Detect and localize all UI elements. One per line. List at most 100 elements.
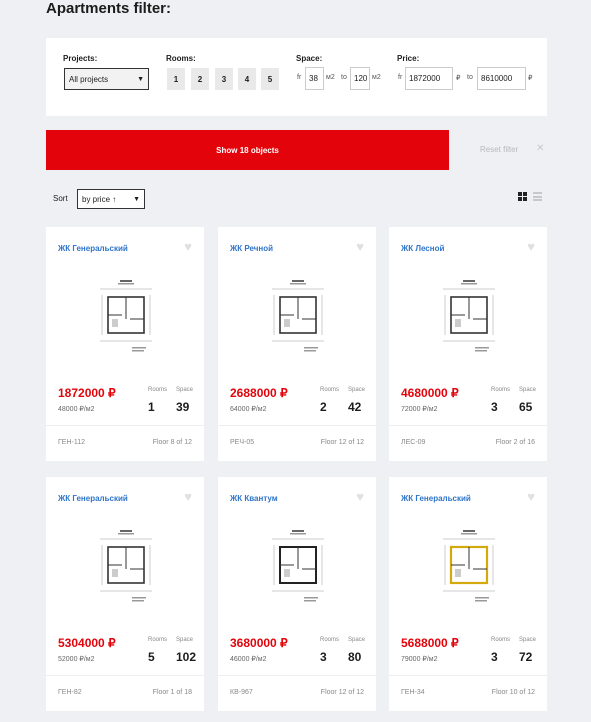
sort-label: Sort xyxy=(53,194,68,203)
apartment-card[interactable]: ЖК Генеральский ♥ 5688000 ₽ 79000 ₽/м2 R… xyxy=(389,477,547,711)
divider xyxy=(389,425,547,426)
divider xyxy=(218,425,376,426)
floor-info: Floor 1 of 18 xyxy=(152,689,192,696)
rooms-label: Rooms xyxy=(148,387,168,393)
space-value: 102 xyxy=(176,650,197,664)
projects-select-value: All projects xyxy=(69,74,109,84)
apartment-code: ГЕН-34 xyxy=(401,689,425,696)
chevron-down-icon: ▼ xyxy=(133,195,140,203)
floor-info: Floor 2 of 16 xyxy=(495,439,535,446)
room-button-4[interactable]: 4 xyxy=(238,68,256,90)
project-name[interactable]: ЖК Генеральский xyxy=(58,244,128,253)
price: 2688000 ₽ xyxy=(230,386,288,400)
apartment-card[interactable]: ЖК Генеральский ♥ 5304000 ₽ 52000 ₽/м2 R… xyxy=(46,477,204,711)
projects-select[interactable]: All projects ▼ xyxy=(64,68,149,90)
room-button-3[interactable]: 3 xyxy=(215,68,233,90)
space-label: Space xyxy=(519,387,537,393)
floor-info: Floor 10 of 12 xyxy=(491,689,535,696)
price-from-unit: ₽ xyxy=(456,75,461,82)
space-label: Space xyxy=(348,637,366,643)
project-name[interactable]: ЖК Речной xyxy=(230,244,273,253)
rooms-label: Rooms xyxy=(320,637,340,643)
list-view-icon[interactable] xyxy=(533,192,542,201)
space-from-input[interactable]: 38 xyxy=(305,67,324,90)
rooms-label: Rooms: xyxy=(166,54,196,63)
apartment-code: РЕЧ-05 xyxy=(230,439,255,446)
heart-icon[interactable]: ♥ xyxy=(184,490,192,503)
space-label: Space xyxy=(519,637,537,643)
floor-plan-image xyxy=(443,280,495,352)
rooms-value: 1 xyxy=(148,400,155,414)
rooms-value: 5 xyxy=(148,650,155,664)
floor-plan-image xyxy=(100,280,152,352)
price-label: Price: xyxy=(397,54,420,63)
price: 5304000 ₽ xyxy=(58,636,116,650)
filter-panel: Projects: All projects ▼ Rooms: 1 2 3 4 … xyxy=(46,38,547,116)
space-to-unit: м2 xyxy=(372,74,381,81)
heart-icon[interactable]: ♥ xyxy=(527,240,535,253)
price-from-input[interactable]: 1872000 xyxy=(405,67,453,90)
space-to-prefix: to xyxy=(341,74,347,81)
price: 4680000 ₽ xyxy=(401,386,459,400)
price-from-prefix: fr xyxy=(398,74,403,81)
room-button-1[interactable]: 1 xyxy=(167,68,185,90)
price-to-unit: ₽ xyxy=(528,75,533,82)
floor-info: Floor 12 of 12 xyxy=(320,439,364,446)
apartment-code: ГЕН-112 xyxy=(58,439,86,446)
rooms-value: 3 xyxy=(491,650,498,664)
projects-label: Projects: xyxy=(63,54,98,63)
floor-plan-image xyxy=(443,530,495,602)
sort-select-value: by price ↑ xyxy=(82,194,117,204)
apartment-code: ГЕН-82 xyxy=(58,689,82,696)
floor-plan-image xyxy=(100,530,152,602)
space-value: 72 xyxy=(519,650,533,664)
show-objects-button[interactable]: Show 18 objects xyxy=(46,130,449,170)
sort-select[interactable]: by price ↑ ▼ xyxy=(77,189,145,209)
apartment-card[interactable]: ЖК Квантум ♥ 3680000 ₽ 46000 ₽/м2 Rooms xyxy=(218,477,376,711)
price: 5688000 ₽ xyxy=(401,636,459,650)
reset-filter-link[interactable]: Reset filter xyxy=(480,145,518,154)
rooms-label: Rooms xyxy=(491,637,511,643)
price-per-m2: 79000 ₽/м2 xyxy=(401,656,438,663)
apartment-card[interactable]: ЖК Речной ♥ 2688000 ₽ 64000 ₽/м2 Rooms 2… xyxy=(218,227,376,461)
space-value: 42 xyxy=(348,400,362,414)
space-to-input[interactable]: 120 xyxy=(350,67,370,90)
space-from-unit: м2 xyxy=(326,74,335,81)
price-to-input[interactable]: 8610000 xyxy=(477,67,526,90)
floor-plan-image xyxy=(272,530,324,602)
grid-view-icon[interactable] xyxy=(518,192,527,201)
divider xyxy=(389,675,547,676)
project-name[interactable]: ЖК Квантум xyxy=(230,494,278,503)
space-label: Space: xyxy=(296,54,323,63)
floor-info: Floor 12 of 12 xyxy=(320,689,364,696)
price: 1872000 ₽ xyxy=(58,386,116,400)
apartment-card[interactable]: ЖК Генеральский ♥ 1872000 ₽ 48000 ₽/м2 R… xyxy=(46,227,204,461)
page-title: Apartments filter: xyxy=(46,0,172,17)
project-name[interactable]: ЖК Генеральский xyxy=(58,494,128,503)
heart-icon[interactable]: ♥ xyxy=(356,240,364,253)
divider xyxy=(46,425,204,426)
floor-info: Floor 8 of 12 xyxy=(152,439,192,446)
space-value: 39 xyxy=(176,400,190,414)
space-label: Space xyxy=(176,387,194,393)
price-per-m2: 46000 ₽/м2 xyxy=(230,656,267,663)
project-name[interactable]: ЖК Генеральский xyxy=(401,494,471,503)
heart-icon[interactable]: ♥ xyxy=(527,490,535,503)
room-button-5[interactable]: 5 xyxy=(261,68,279,90)
close-icon[interactable]: ✕ xyxy=(536,143,544,154)
price-per-m2: 72000 ₽/м2 xyxy=(401,406,438,413)
heart-icon[interactable]: ♥ xyxy=(356,490,364,503)
apartment-card[interactable]: ЖК Лесной ♥ 4680000 ₽ 72000 ₽/м2 Rooms 3… xyxy=(389,227,547,461)
space-value: 80 xyxy=(348,650,362,664)
project-name[interactable]: ЖК Лесной xyxy=(401,244,444,253)
price-per-m2: 52000 ₽/м2 xyxy=(58,656,95,663)
heart-icon[interactable]: ♥ xyxy=(184,240,192,253)
apartment-code: ЛЕС-09 xyxy=(401,439,426,446)
price-per-m2: 64000 ₽/м2 xyxy=(230,406,267,413)
rooms-value: 2 xyxy=(320,400,327,414)
rooms-label: Rooms xyxy=(491,387,511,393)
room-button-2[interactable]: 2 xyxy=(191,68,209,90)
space-label: Space xyxy=(176,637,194,643)
space-value: 65 xyxy=(519,400,533,414)
space-from-prefix: fr xyxy=(297,74,302,81)
